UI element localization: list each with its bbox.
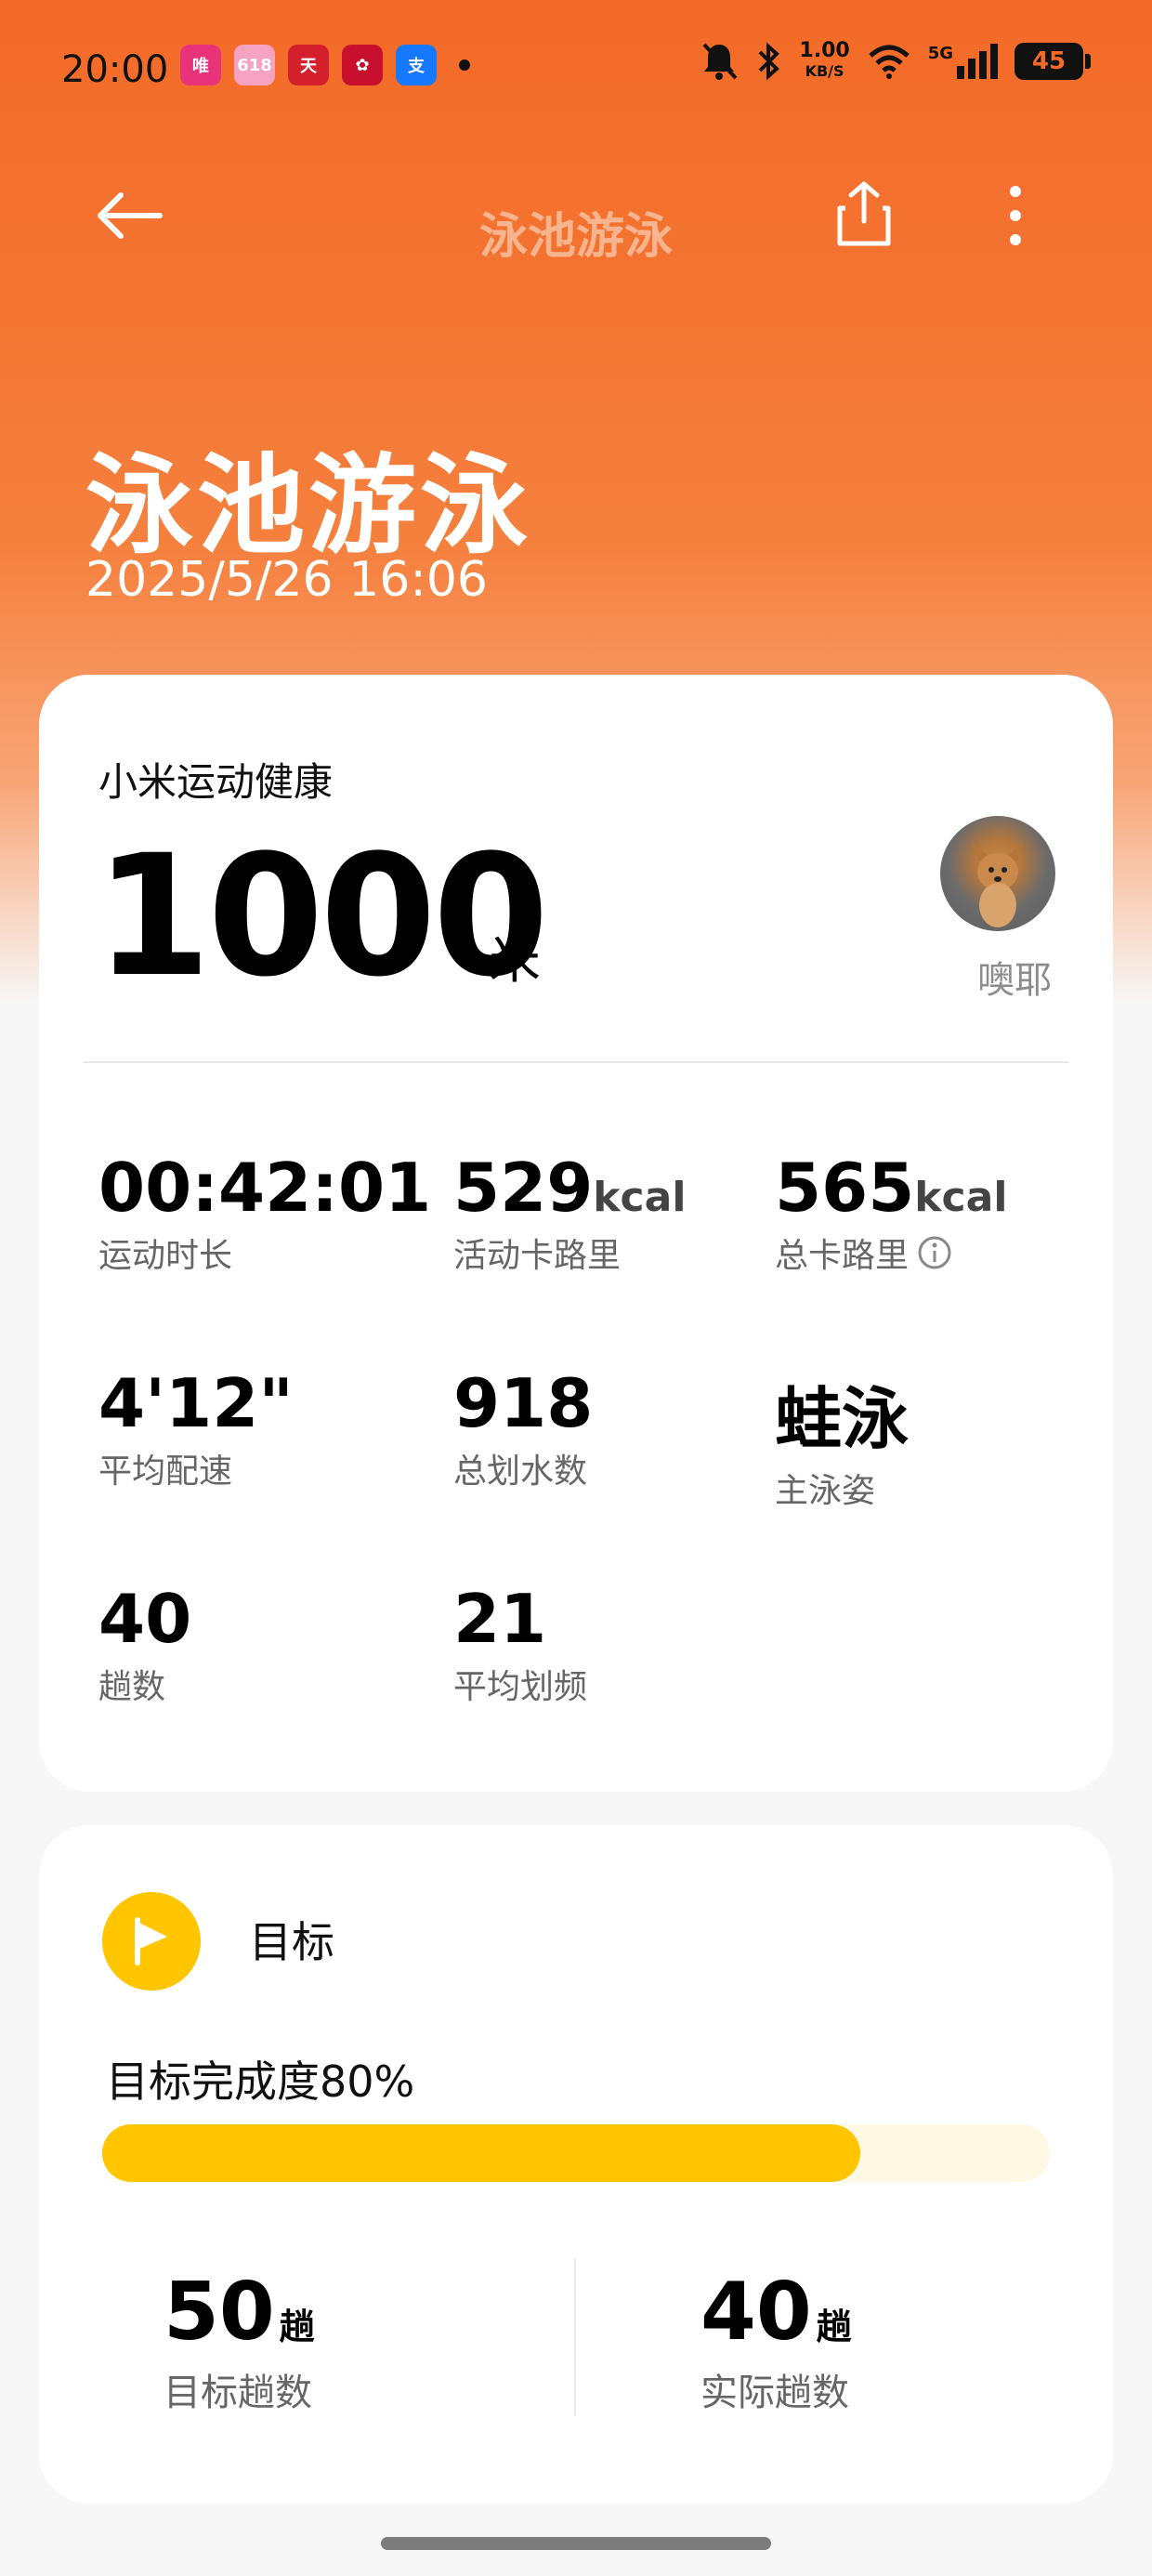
goal-actual-value: 40 [700, 2266, 812, 2359]
metric-average-stroke-rate: 21 平均划频 [453, 1580, 587, 1708]
more-notifications-dot [459, 59, 470, 71]
metric-active-calories: 529kcal 活动卡路里 [453, 1149, 686, 1277]
data-source-label: 小米运动健康 [98, 759, 334, 805]
status-indicators: 1.00 KB/S 5G 45 [700, 41, 1091, 82]
bluetooth-icon [758, 42, 780, 81]
metric-value: 00:42:01 [98, 1149, 432, 1227]
tmall-app-icon: 天 [288, 45, 329, 85]
avatar[interactable] [940, 816, 1055, 931]
goal-stats-divider [574, 2258, 576, 2416]
metric-laps: 40 趟数 [98, 1580, 191, 1708]
workout-datetime: 2025/5/26 16:06 [85, 552, 489, 608]
metric-average-pace: 4'12" 平均配速 [98, 1364, 294, 1492]
metric-value: 40 [98, 1580, 192, 1658]
dog-photo-icon [972, 842, 1024, 927]
goal-actual-laps: 40 趟 实际趟数 [700, 2266, 852, 2416]
more-vertical-icon [1010, 186, 1021, 245]
network-type: 5G [927, 44, 953, 63]
info-icon[interactable] [916, 1234, 953, 1271]
metric-main-stroke: 蛙泳 主泳姿 [775, 1364, 909, 1512]
goal-progress-label: 目标完成度80% [106, 2057, 415, 2107]
goal-target-label: 目标趟数 [164, 2372, 312, 2414]
workout-summary-card: 小米运动健康 1000 米 噢耶 00:42:01 运动时长 529kcal 活… [39, 675, 1113, 1792]
metric-label: 主泳姿 [775, 1472, 876, 1510]
home-indicator[interactable] [381, 2537, 771, 2550]
distance-unit: 米 [489, 930, 541, 991]
wifi-icon [869, 45, 910, 79]
sale-app-icon: 618 [234, 45, 275, 85]
metric-label: 平均配速 [98, 1452, 233, 1491]
goal-card[interactable]: 目标 目标完成度80% 50 趟 目标趟数 40 趟 实际趟数 [39, 1825, 1113, 2504]
metric-label: 平均划频 [453, 1668, 588, 1706]
workout-title: 泳池游泳 [85, 443, 531, 569]
alipay-app-icon: 支 [396, 45, 437, 85]
battery-icon: 45 [1015, 43, 1091, 80]
metric-value: 蛙泳 [775, 1380, 910, 1458]
more-options-button[interactable] [994, 182, 1037, 253]
goal-target-value: 50 [164, 2266, 275, 2359]
metric-label: 运动时长 [98, 1237, 233, 1275]
battery-level: 45 [1031, 47, 1067, 75]
metric-label: 总划水数 [453, 1452, 588, 1491]
notification-icons: 唯 618 天 ✿ 支 [180, 45, 470, 85]
goal-target-unit: 趟 [279, 2307, 315, 2347]
metric-label: 总卡路里 [775, 1237, 910, 1275]
network-speed-value: 1.00 [799, 39, 850, 62]
metric-label: 活动卡路里 [453, 1237, 622, 1275]
metric-unit: kcal [593, 1174, 687, 1221]
share-icon [837, 181, 891, 246]
metric-duration: 00:42:01 运动时长 [98, 1149, 431, 1277]
metric-unit: kcal [914, 1174, 1008, 1221]
summary-divider [84, 1061, 1068, 1063]
flag-icon [135, 1917, 167, 1965]
metric-total-strokes: 918 总划水数 [453, 1364, 593, 1492]
goal-actual-unit: 趟 [816, 2307, 852, 2347]
goal-progress-fill [102, 2124, 860, 2182]
metric-value: 4'12" [98, 1364, 294, 1442]
metric-value: 918 [453, 1364, 594, 1442]
metric-value: 21 [453, 1580, 547, 1658]
goal-progress-bar [102, 2124, 1050, 2182]
mute-bell-icon [702, 43, 738, 80]
metric-label: 趟数 [98, 1668, 166, 1706]
cellular-signal-icon: 5G [928, 44, 998, 79]
metric-value: 529 [453, 1149, 594, 1227]
network-speed: 1.00 KB/S [799, 41, 849, 82]
shopping-app-icon: 唯 [180, 45, 221, 85]
metric-value: 565 [775, 1149, 915, 1227]
network-speed-unit: KB/S [805, 62, 844, 80]
distance-value: 1000 [95, 820, 549, 1014]
status-bar: 20:00 唯 618 天 ✿ 支 1.00 KB/S 5G 45 [0, 0, 1152, 139]
huawei-app-icon: ✿ [342, 45, 383, 85]
user-name: 噢耶 [977, 959, 1052, 1002]
goal-target-laps: 50 趟 目标趟数 [164, 2266, 315, 2416]
share-button[interactable] [827, 177, 901, 251]
goal-flag-icon [102, 1892, 201, 1991]
status-time: 20:00 [61, 48, 169, 91]
goal-title: 目标 [249, 1917, 334, 1967]
goal-actual-label: 实际趟数 [700, 2372, 849, 2414]
app-bar: 泳池游泳 [0, 158, 1152, 269]
metric-total-calories: 565kcal 总卡路里 [775, 1149, 1007, 1277]
app-bar-title: 泳池游泳 [478, 209, 673, 265]
